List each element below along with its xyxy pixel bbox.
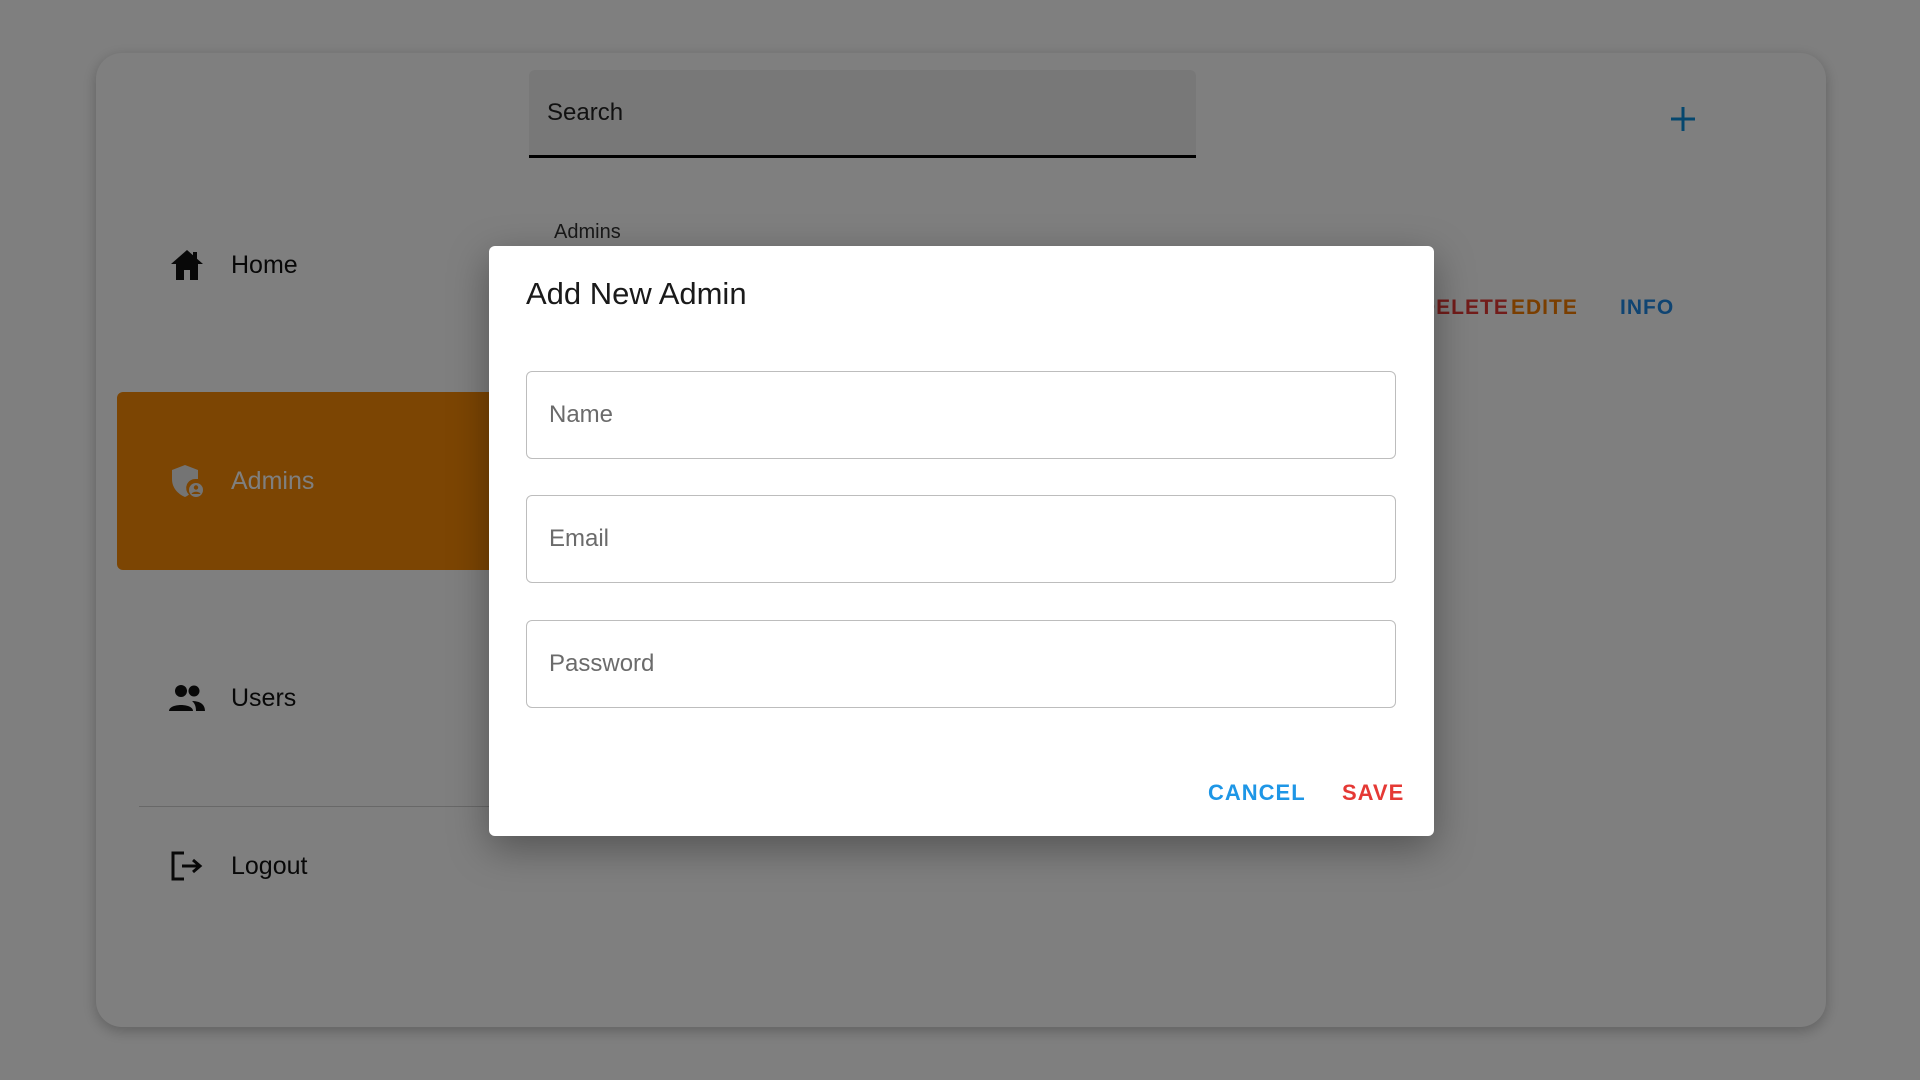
- save-button[interactable]: SAVE: [1342, 780, 1404, 806]
- email-input[interactable]: [527, 496, 1395, 582]
- email-field[interactable]: [526, 495, 1396, 583]
- cancel-button[interactable]: CANCEL: [1208, 780, 1306, 806]
- add-admin-dialog: Add New Admin CANCEL SAVE: [489, 246, 1434, 836]
- dialog-title: Add New Admin: [526, 276, 747, 311]
- password-input[interactable]: [527, 621, 1395, 707]
- name-field[interactable]: [526, 371, 1396, 459]
- name-input[interactable]: [527, 372, 1395, 458]
- password-field[interactable]: [526, 620, 1396, 708]
